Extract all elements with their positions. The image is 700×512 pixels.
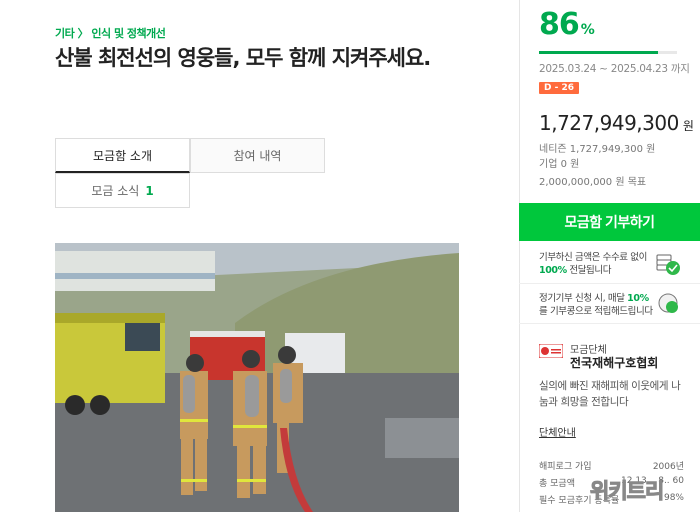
column-divider <box>519 0 520 512</box>
stat-value: 2006년 <box>652 462 684 472</box>
firefighters-illustration <box>55 243 459 512</box>
separator <box>519 283 700 284</box>
goal-amount: 2,000,000,000 원 목표 <box>539 177 647 188</box>
stat-label: 해피로그 가입 <box>539 462 592 472</box>
fee-free-text: 기부하신 금액은 수수료 없이 <box>539 252 647 263</box>
tab-intro[interactable]: 모금함 소개 <box>55 138 190 173</box>
tab-news[interactable]: 모금 소식 1 <box>55 173 190 208</box>
regular-donation-highlight: 10% <box>627 293 649 304</box>
org-logo-icon <box>539 344 563 358</box>
separator <box>519 323 700 324</box>
fee-free-notice: 기부하신 금액은 수수료 없이 100% 전달됩니다 <box>539 251 654 277</box>
dday-badge: D - 26 <box>539 82 579 94</box>
tab-news-count: 1 <box>145 183 154 198</box>
percent-sign: % <box>580 22 595 38</box>
raised-amount-value: 1,727,949,300 <box>539 111 679 135</box>
tab-news-label: 모금 소식 <box>91 184 140 198</box>
corporate-amount: 기업 0 원 <box>539 159 580 170</box>
org-description: 실의에 빠진 재해피해 이웃에게 나눔과 희망을 전합니다 <box>539 380 681 408</box>
stat-label: 총 모금액 <box>539 479 575 489</box>
page-title: 산불 최전선의 영웅들, 모두 함께 지켜주세요. <box>55 46 431 70</box>
progress-bar <box>539 51 677 54</box>
coin-stack-icon <box>656 254 680 275</box>
org-name[interactable]: 전국재해구호협회 <box>570 354 658 371</box>
fee-free-highlight: 100% <box>539 265 567 276</box>
stat-value: 98% <box>663 493 684 503</box>
progress-fill <box>539 51 658 54</box>
tab-participants[interactable]: 참여 내역 <box>190 138 325 173</box>
raised-amount: 1,727,949,300 원 <box>539 111 694 135</box>
progress-percent: 86% <box>539 7 595 42</box>
percent-value: 86 <box>539 7 580 42</box>
regular-donation-text: 정기기부 신청 시, 매달 <box>539 293 628 304</box>
regular-donation-notice: 정기기부 신청 시, 매달 10% 를 기부콩으로 적립해드립니다 <box>539 292 654 318</box>
stat-row: 해피로그 가입 2006년 <box>539 459 684 476</box>
tab-participants-label: 참여 내역 <box>233 149 282 163</box>
fee-free-text-end: 전달됩니다 <box>566 265 612 276</box>
campaign-photo <box>55 243 459 512</box>
tab-intro-label: 모금함 소개 <box>92 148 152 163</box>
org-info-link[interactable]: 단체안내 <box>539 424 576 439</box>
bean-icon <box>658 293 678 313</box>
regular-donation-text-end: 를 기부콩으로 적립해드립니다 <box>539 306 653 317</box>
netizen-amount: 네티즌 1,727,949,300 원 <box>539 144 656 155</box>
breadcrumb[interactable]: 기타 〉 인식 및 정책개선 <box>55 25 166 41</box>
campaign-period: 2025.03.24 ~ 2025.04.23 까지 <box>539 63 690 75</box>
raised-amount-unit: 원 <box>682 119 694 133</box>
donate-button[interactable]: 모금함 기부하기 <box>519 203 700 241</box>
watermark: 위키트리 <box>589 479 664 504</box>
